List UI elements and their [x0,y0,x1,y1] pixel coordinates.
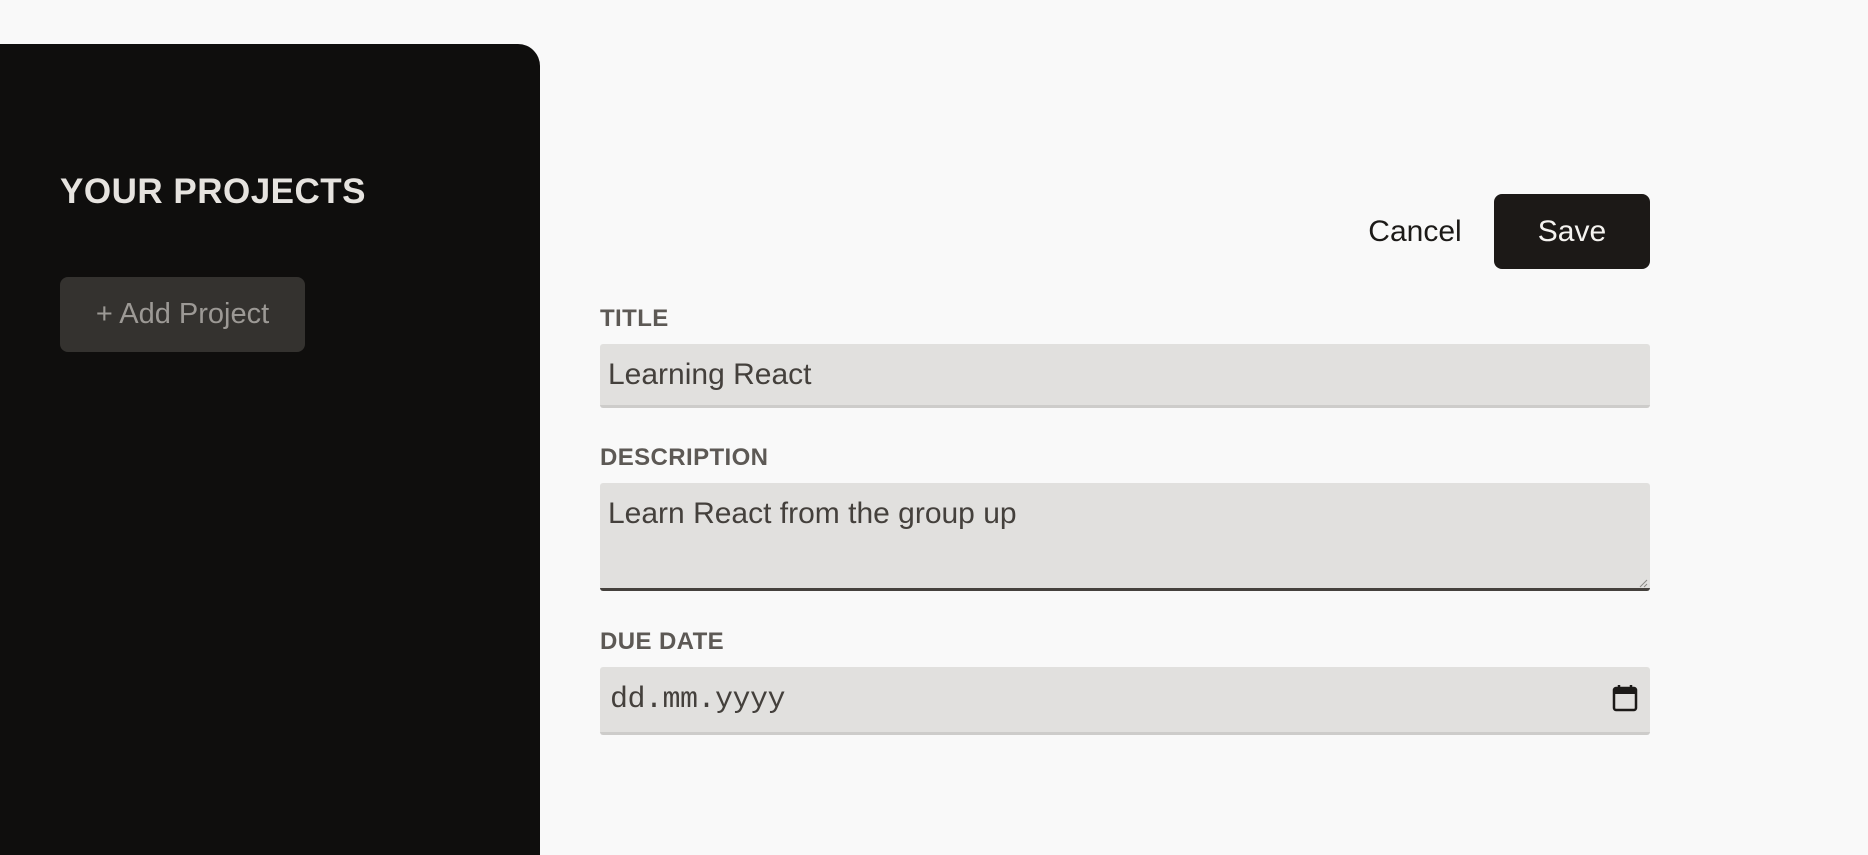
app: YOUR PROJECTS + Add Project Cancel Save … [0,0,1868,855]
form-actions: Cancel Save [1340,194,1650,269]
sidebar: YOUR PROJECTS + Add Project [0,44,540,855]
due-date-placeholder: dd.mm.yyyy [610,683,786,717]
sidebar-title: YOUR PROJECTS [60,172,366,211]
add-project-button[interactable]: + Add Project [60,277,305,352]
due-date-label: DUE DATE [600,628,725,655]
description-label: DESCRIPTION [600,444,769,471]
cancel-button[interactable]: Cancel [1340,194,1490,269]
title-label: TITLE [600,305,669,332]
calendar-icon[interactable] [1612,684,1638,712]
due-date-input[interactable]: dd.mm.yyyy [600,667,1650,735]
title-input[interactable] [600,344,1650,408]
description-textarea[interactable]: Learn React from the group up [600,483,1650,591]
save-button[interactable]: Save [1494,194,1650,269]
resize-handle-icon[interactable] [1638,578,1648,588]
